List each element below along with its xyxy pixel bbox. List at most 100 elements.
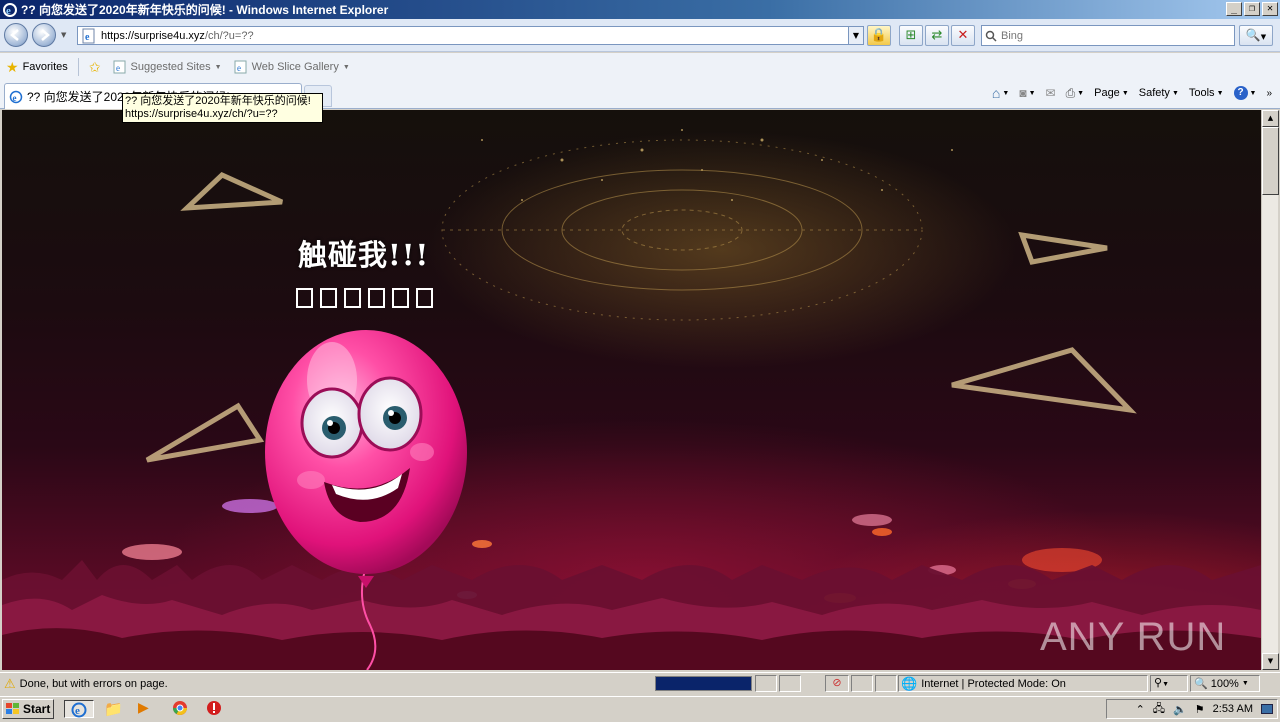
zoom-icon: 🔍 (1194, 678, 1208, 690)
mail-icon: ✉ (1045, 86, 1056, 100)
more-commands-chevron-icon[interactable]: » (1266, 88, 1272, 99)
scroll-down-icon[interactable]: ▼ (1262, 653, 1279, 670)
show-desktop-icon[interactable] (1261, 704, 1273, 714)
zoom-level: 100% (1210, 677, 1239, 690)
url-path: /ch/?u=?? (204, 29, 254, 42)
globe-icon: 🌐 (901, 675, 918, 691)
home-button[interactable]: ⌂ ▼ (992, 85, 1009, 101)
clock[interactable]: 2:53 AM (1213, 703, 1253, 715)
address-field[interactable]: e https://surprise4u.xyz/ch/?u=?? ▼ (77, 26, 864, 45)
lock-small-icon: ⚲ (1154, 677, 1163, 689)
play-logo-icon (1230, 637, 1231, 638)
scroll-thumb[interactable] (1262, 127, 1279, 195)
suggested-sites-link[interactable]: e Suggested Sites ▼ (107, 60, 228, 74)
missing-glyph-boxes (296, 288, 433, 308)
chevron-down-icon: ▼ (1241, 680, 1249, 687)
close-window-button[interactable]: ✕ (1262, 2, 1278, 16)
missing-glyph-box (416, 288, 433, 308)
window-title: ?? 向您发送了2020年新年快乐的问候! - Windows Internet… (21, 3, 389, 17)
favorites-label: Favorites (22, 61, 68, 73)
stop-icon[interactable]: ✕ (951, 25, 975, 46)
back-button[interactable] (4, 23, 28, 47)
system-tray: ⌃ 🖧 🔈 ⚑ 2:53 AM (1106, 699, 1278, 719)
web-slice-gallery-link[interactable]: e Web Slice Gallery ▼ (228, 60, 356, 74)
zoom-control[interactable]: 🔍 100% ▼ (1190, 675, 1260, 692)
rss-icon: ◙ (1019, 86, 1027, 100)
start-label: Start (23, 702, 51, 716)
forward-arrow-icon (41, 29, 50, 41)
chevron-down-icon: ▼ (1162, 681, 1169, 688)
lock-icon[interactable]: 🔒 (867, 25, 891, 46)
safety-menu[interactable]: Safety ▼ (1139, 87, 1179, 99)
command-bar: ⌂ ▼ ◙ ▼ ✉ ⎙ ▼ Page ▼ Safety ▼ Tools ▼ ? ▼ » (992, 85, 1272, 101)
security-zone[interactable]: 🌐 Internet | Protected Mode: On (898, 675, 1148, 692)
feeds-button[interactable]: ◙ ▼ (1019, 86, 1035, 100)
status-cell (875, 675, 897, 692)
status-cell (779, 675, 801, 692)
explorer-folder-icon[interactable]: 📁 (104, 700, 123, 718)
address-dropdown-icon[interactable]: ▼ (848, 27, 863, 44)
home-icon: ⌂ (991, 85, 1001, 101)
tray-expand-icon[interactable]: ⌃ (1136, 703, 1145, 716)
svg-text:e: e (237, 63, 241, 73)
chevron-down-icon: ▼ (1216, 89, 1224, 97)
page-content: 触碰我!!! ANY RUN (2, 110, 1261, 670)
page-headline[interactable]: 触碰我!!! (298, 232, 429, 274)
status-bar: ⚠ Done, but with errors on page. ⊘ 🌐 Int… (0, 672, 1280, 694)
search-options-chevron-icon: ▼ (1260, 33, 1267, 41)
svg-text:e: e (85, 32, 90, 43)
chrome-icon[interactable] (172, 700, 190, 718)
recent-pages-chevron-icon[interactable]: ▼ (61, 31, 66, 39)
restore-button[interactable]: ❐ (1244, 2, 1260, 16)
progress-bar (655, 676, 752, 691)
volume-icon[interactable]: 🔈 (1173, 703, 1187, 716)
mail-button[interactable]: ✉ (1046, 86, 1056, 100)
svg-text:e: e (75, 705, 80, 717)
media-player-icon[interactable]: ▶ (138, 700, 156, 718)
page-menu[interactable]: Page ▼ (1094, 87, 1129, 99)
network-icon[interactable]: 🖧 (1153, 700, 1165, 719)
suggested-sites-label: Suggested Sites (130, 61, 211, 73)
add-to-favorites-bar-button[interactable]: ✩ (83, 59, 107, 76)
help-icon: ? (1233, 86, 1248, 100)
forward-button[interactable] (32, 23, 56, 47)
taskbar-ie-button[interactable]: e (64, 700, 94, 718)
status-text: Done, but with errors on page. (19, 678, 168, 690)
minimize-button[interactable]: _ (1226, 2, 1242, 16)
magnifier-icon: 🔍 (1245, 28, 1261, 42)
ie-tab-icon: e (9, 90, 23, 103)
scroll-up-icon[interactable]: ▲ (1262, 110, 1279, 127)
party-background-illustration (2, 129, 1261, 670)
search-button[interactable]: 🔍▼ (1239, 25, 1273, 46)
help-button[interactable]: ? ▼ (1233, 86, 1256, 100)
compatibility-view-icon[interactable]: ⊞ (899, 25, 923, 46)
search-placeholder: Bing (1001, 29, 1024, 42)
divider (77, 58, 79, 76)
ie-page-icon: e (113, 60, 126, 74)
vertical-scrollbar[interactable]: ▲ ▼ (1261, 110, 1279, 670)
status-cell (755, 675, 777, 692)
watermark-text: ANY RUN (1040, 615, 1227, 659)
warning-icon[interactable]: ⚠ (4, 676, 16, 692)
ie-window: e ?? 向您发送了2020年新年快乐的问候! - Windows Intern… (0, 0, 1280, 696)
ie-page-icon: e (234, 60, 247, 74)
security-app-icon[interactable] (206, 700, 224, 718)
svg-text:e: e (6, 5, 11, 17)
chevron-down-icon: ▼ (1002, 89, 1010, 97)
action-center-flag-icon[interactable]: ⚑ (1195, 703, 1205, 716)
search-input[interactable]: Bing (981, 25, 1235, 46)
printer-icon: ⎙ (1065, 85, 1076, 100)
ie-logo-icon: e (3, 2, 17, 17)
print-button[interactable]: ⎙ ▼ (1066, 86, 1085, 101)
favorites-bar: ★ Favorites ✩ e Suggested Sites ▼ e Web … (0, 53, 1280, 81)
favorites-button[interactable]: ★ Favorites (0, 59, 74, 76)
start-button[interactable]: Start (2, 699, 54, 719)
refresh-icon[interactable]: ⇄ (925, 25, 949, 46)
tools-menu[interactable]: Tools ▼ (1189, 87, 1224, 99)
popup-blocker-icon[interactable]: ⊘ (825, 675, 849, 692)
web-slice-gallery-label: Web Slice Gallery (251, 61, 339, 73)
favorites-star-icon: ★ (6, 58, 19, 75)
tools-menu-label: Tools (1188, 87, 1215, 99)
missing-glyph-box (344, 288, 361, 308)
protected-mode-button[interactable]: ⚲▼ (1150, 675, 1188, 692)
